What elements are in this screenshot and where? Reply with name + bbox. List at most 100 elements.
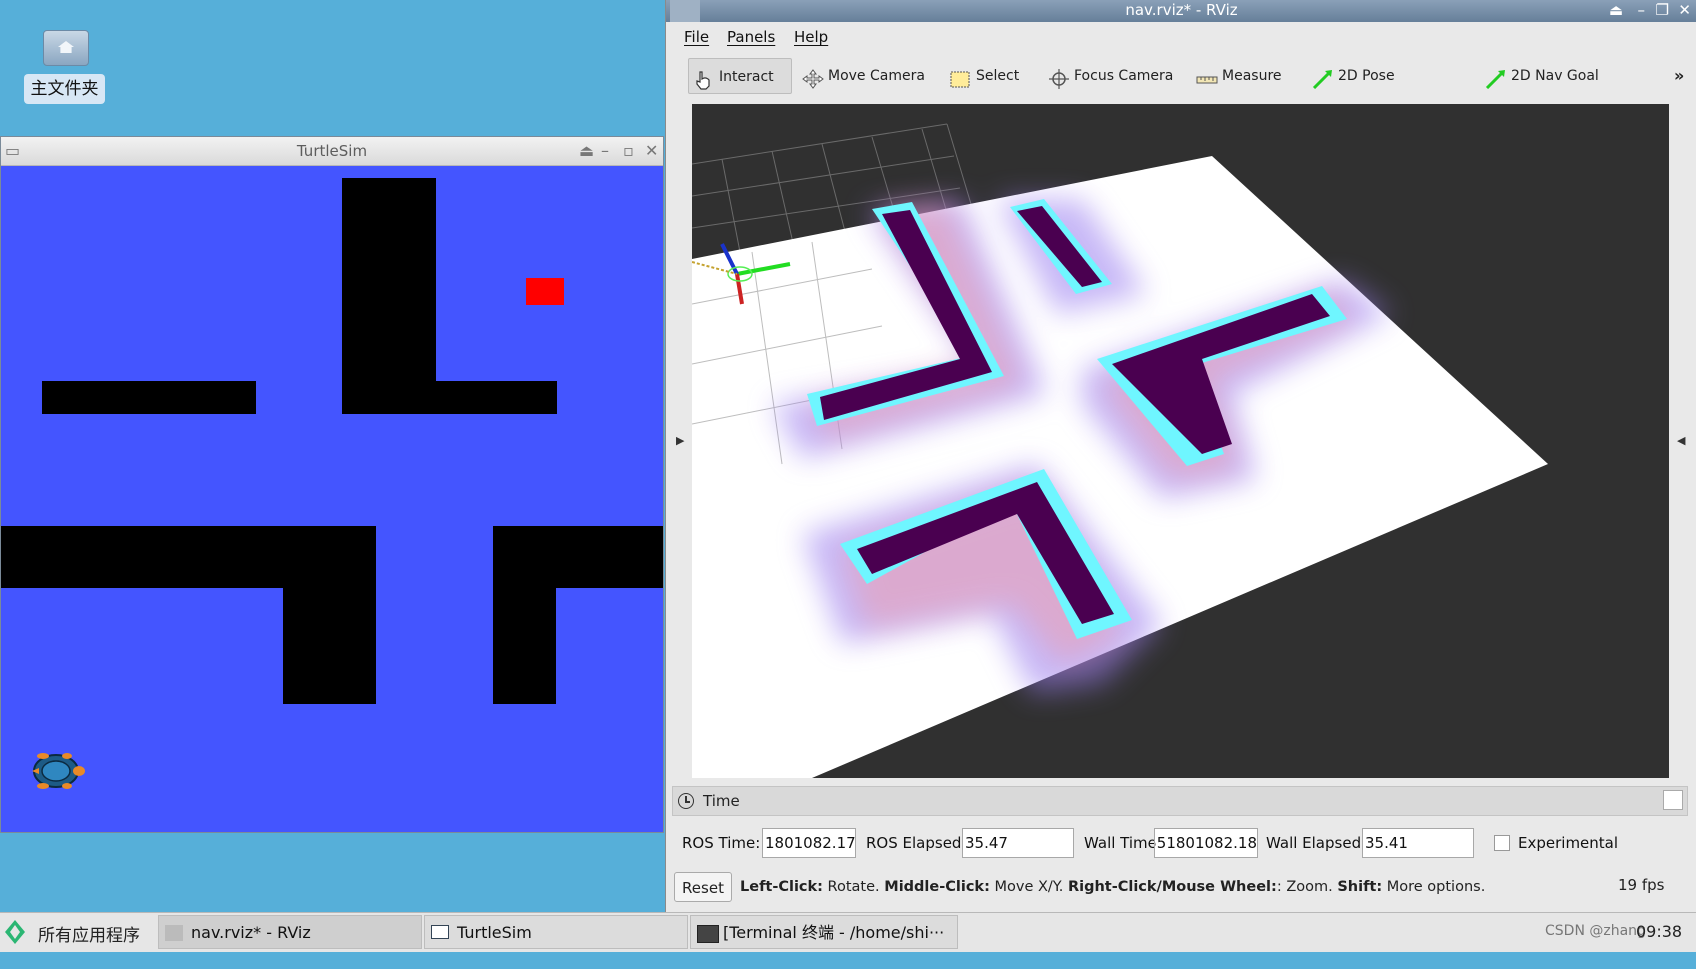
status-bar: Reset Left-Click: Rotate. Middle-Click: … (672, 870, 1688, 906)
hint-left-click: Left-Click: (740, 879, 823, 895)
tool-move-camera[interactable]: Move Camera (798, 58, 926, 94)
goal-marker (526, 278, 564, 305)
shade-icon[interactable]: ⏏ (1609, 0, 1623, 20)
mouse-hint: Left-Click: Rotate. Middle-Click: Move X… (740, 879, 1485, 895)
task-turtlesim-label: TurtleSim (457, 923, 532, 942)
tool-2d-nav-goal[interactable]: 2D Nav Goal (1481, 58, 1601, 94)
turtlesim-window: TurtleSim ▭ ⏏ – ▫ ✕ (0, 136, 664, 833)
menu-panels[interactable]: Panels (727, 28, 775, 46)
turtlesim-canvas (1, 166, 663, 969)
watermark: CSDN @zhang (1545, 923, 1646, 939)
tool-interact[interactable]: Interact (688, 58, 792, 94)
turtlesim-titlebar[interactable]: TurtleSim ▭ ⏏ – ▫ ✕ (1, 137, 663, 166)
tool-2d-pose-estimate[interactable]: 2D Pose Estimate (1308, 58, 1458, 120)
hint-text: Move X/Y. (989, 879, 1068, 895)
wall-block (342, 381, 557, 414)
wall-block (342, 178, 436, 414)
tool-measure-label: Measure (1222, 68, 1282, 84)
render-viewport[interactable] (692, 104, 1669, 778)
toolbar-overflow-button[interactable]: » (1674, 66, 1684, 85)
wall-time-label: Wall Time: (1084, 834, 1162, 852)
tool-measure[interactable]: Measure (1192, 58, 1292, 94)
select-box-icon (950, 67, 970, 88)
experimental-label: Experimental (1518, 834, 1619, 852)
green-arrow-icon (1312, 67, 1332, 90)
rviz-app-icon (670, 0, 700, 22)
app-menu-icon[interactable] (4, 919, 26, 945)
wall-block (493, 526, 556, 704)
wall-block (283, 526, 376, 704)
wall-block (42, 381, 256, 414)
task-rviz[interactable]: nav.rviz* - RViz (158, 915, 422, 949)
task-turtlesim[interactable]: TurtleSim (424, 915, 688, 949)
wall-elapsed-label: Wall Elapsed: (1266, 834, 1367, 852)
tool-select-label: Select (976, 68, 1020, 84)
experimental-checkbox[interactable] (1494, 835, 1510, 851)
turtlesim-title: TurtleSim (296, 142, 368, 160)
tool-focus-camera[interactable]: Focus Camera (1044, 58, 1174, 94)
clock[interactable]: 09:38 (1636, 922, 1682, 941)
wall-time-field[interactable]: 551801082.18 (1154, 828, 1258, 858)
hint-text: More options. (1382, 879, 1486, 895)
tool-interact-label: Interact (719, 69, 774, 85)
ros-elapsed-label: ROS Elapsed: (866, 834, 967, 852)
taskbar: 所有应用程序 nav.rviz* - RViz TurtleSim [Termi… (0, 912, 1696, 952)
clock-icon (678, 793, 694, 809)
costmap-scene (692, 123, 1548, 778)
menu-file[interactable]: File (684, 28, 709, 46)
tool-nav-goal-label: 2D Nav Goal (1511, 68, 1599, 84)
task-rviz-label: nav.rviz* - RViz (191, 923, 311, 942)
folder-icon (43, 30, 89, 66)
ros-time-field[interactable]: 1801082.17 (762, 828, 856, 858)
expand-left-icon[interactable]: ▶ (676, 434, 684, 447)
move-camera-icon (802, 67, 824, 89)
hint-text: Rotate. (822, 879, 885, 895)
left-dock-handle[interactable]: ▶ (674, 104, 688, 778)
green-arrow-icon (1485, 67, 1505, 90)
tool-select[interactable]: Select (946, 58, 1028, 94)
reset-button[interactable]: Reset (674, 872, 732, 902)
time-panel-title: Time (703, 792, 740, 810)
rviz-titlebar[interactable]: nav.rviz* - RViz ⏏ – ❐ ✕ (666, 0, 1696, 22)
close-icon[interactable]: ✕ (1678, 0, 1691, 20)
hint-shift: Shift: (1337, 879, 1383, 895)
window-task-icon (431, 925, 449, 939)
wall-elapsed-field[interactable]: 35.41 (1362, 828, 1474, 858)
task-terminal-label: [Terminal 终端 - /home/shi··· (723, 923, 945, 942)
home-folder-shortcut[interactable]: 主文件夹 (22, 26, 105, 106)
ros-time-label: ROS Time: (682, 834, 761, 852)
tool-move-camera-label: Move Camera (828, 68, 925, 84)
terminal-icon (697, 925, 719, 943)
right-dock-handle[interactable]: ◀ (1675, 104, 1689, 778)
home-folder-label: 主文件夹 (24, 74, 105, 104)
hint-text: : Zoom. (1276, 879, 1338, 895)
hint-right-click: Right-Click/Mouse Wheel: (1067, 879, 1277, 895)
hand-pointer-icon (693, 68, 713, 90)
menu-help[interactable]: Help (794, 28, 828, 46)
all-apps-label[interactable]: 所有应用程序 (38, 921, 140, 946)
panel-float-button[interactable] (1663, 790, 1683, 810)
ruler-icon (1196, 67, 1218, 85)
fps-readout: 19 fps (1618, 876, 1665, 894)
window-menu-icon[interactable]: ▭ (5, 137, 20, 165)
close-icon[interactable]: ✕ (645, 137, 658, 165)
menubar: File Panels Help (666, 24, 1696, 50)
shade-icon[interactable]: ⏏ (579, 137, 594, 165)
minimize-icon[interactable]: – (1638, 0, 1646, 20)
rviz-task-icon (165, 925, 183, 941)
expand-right-icon[interactable]: ◀ (1677, 434, 1685, 447)
hint-middle-click: Middle-Click: (884, 879, 990, 895)
maximize-icon[interactable]: ▫ (623, 137, 634, 165)
turtle-icon (29, 748, 87, 794)
tool-focus-camera-label: Focus Camera (1074, 68, 1174, 84)
minimize-icon[interactable]: – (601, 137, 609, 165)
time-panel-fields: ROS Time: 1801082.17 ROS Elapsed: 35.47 … (672, 818, 1688, 868)
task-terminal[interactable]: [Terminal 终端 - /home/shi··· (690, 915, 958, 949)
focus-camera-icon (1048, 67, 1069, 89)
rviz-window: nav.rviz* - RViz ⏏ – ❐ ✕ File Panels Hel… (665, 0, 1696, 912)
restore-icon[interactable]: ❐ (1656, 0, 1669, 20)
map-plane (692, 156, 1548, 778)
rviz-title: nav.rviz* - RViz (1125, 1, 1238, 19)
ros-elapsed-field[interactable]: 35.47 (962, 828, 1074, 858)
time-panel-header: Time (672, 786, 1688, 816)
